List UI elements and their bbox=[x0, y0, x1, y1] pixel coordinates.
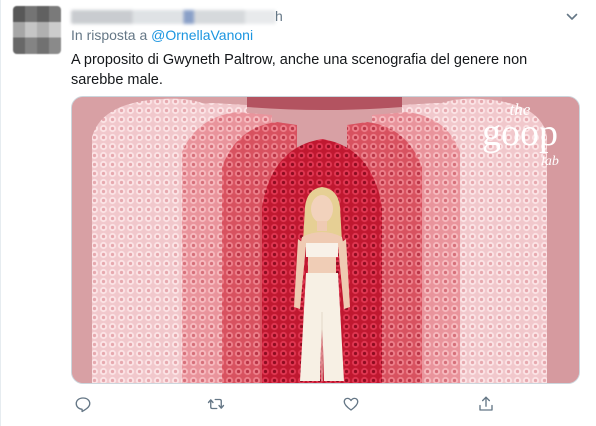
heart-icon bbox=[343, 397, 359, 411]
reply-context: In risposta a @OrnellaVanoni bbox=[71, 27, 253, 43]
author-handle-suffix: h bbox=[275, 8, 283, 24]
chevron-down-icon[interactable] bbox=[564, 9, 580, 25]
like-button[interactable] bbox=[339, 392, 363, 416]
share-button[interactable] bbox=[474, 392, 498, 416]
tweet-photo[interactable]: the goop lab bbox=[71, 96, 580, 384]
reply-button[interactable] bbox=[71, 392, 95, 416]
logo-goop: goop bbox=[482, 112, 558, 154]
tweet-text: A proposito di Gwyneth Paltrow, anche un… bbox=[71, 52, 528, 88]
reply-prefix: In risposta a bbox=[71, 27, 148, 43]
mention-link[interactable]: @OrnellaVanoni bbox=[151, 27, 253, 43]
tweet-card[interactable]: h In risposta a @OrnellaVanoni A proposi… bbox=[0, 0, 596, 426]
avatar[interactable] bbox=[13, 6, 61, 54]
photo-image: the goop lab bbox=[72, 97, 579, 383]
retweet-icon bbox=[207, 398, 225, 410]
author-name-blurred[interactable] bbox=[71, 10, 276, 24]
retweet-button[interactable] bbox=[204, 392, 228, 416]
logo-lab: lab bbox=[541, 154, 559, 169]
share-upload-icon bbox=[479, 396, 493, 411]
tweet-actions bbox=[71, 392, 501, 416]
speech-bubble-icon bbox=[75, 397, 91, 413]
